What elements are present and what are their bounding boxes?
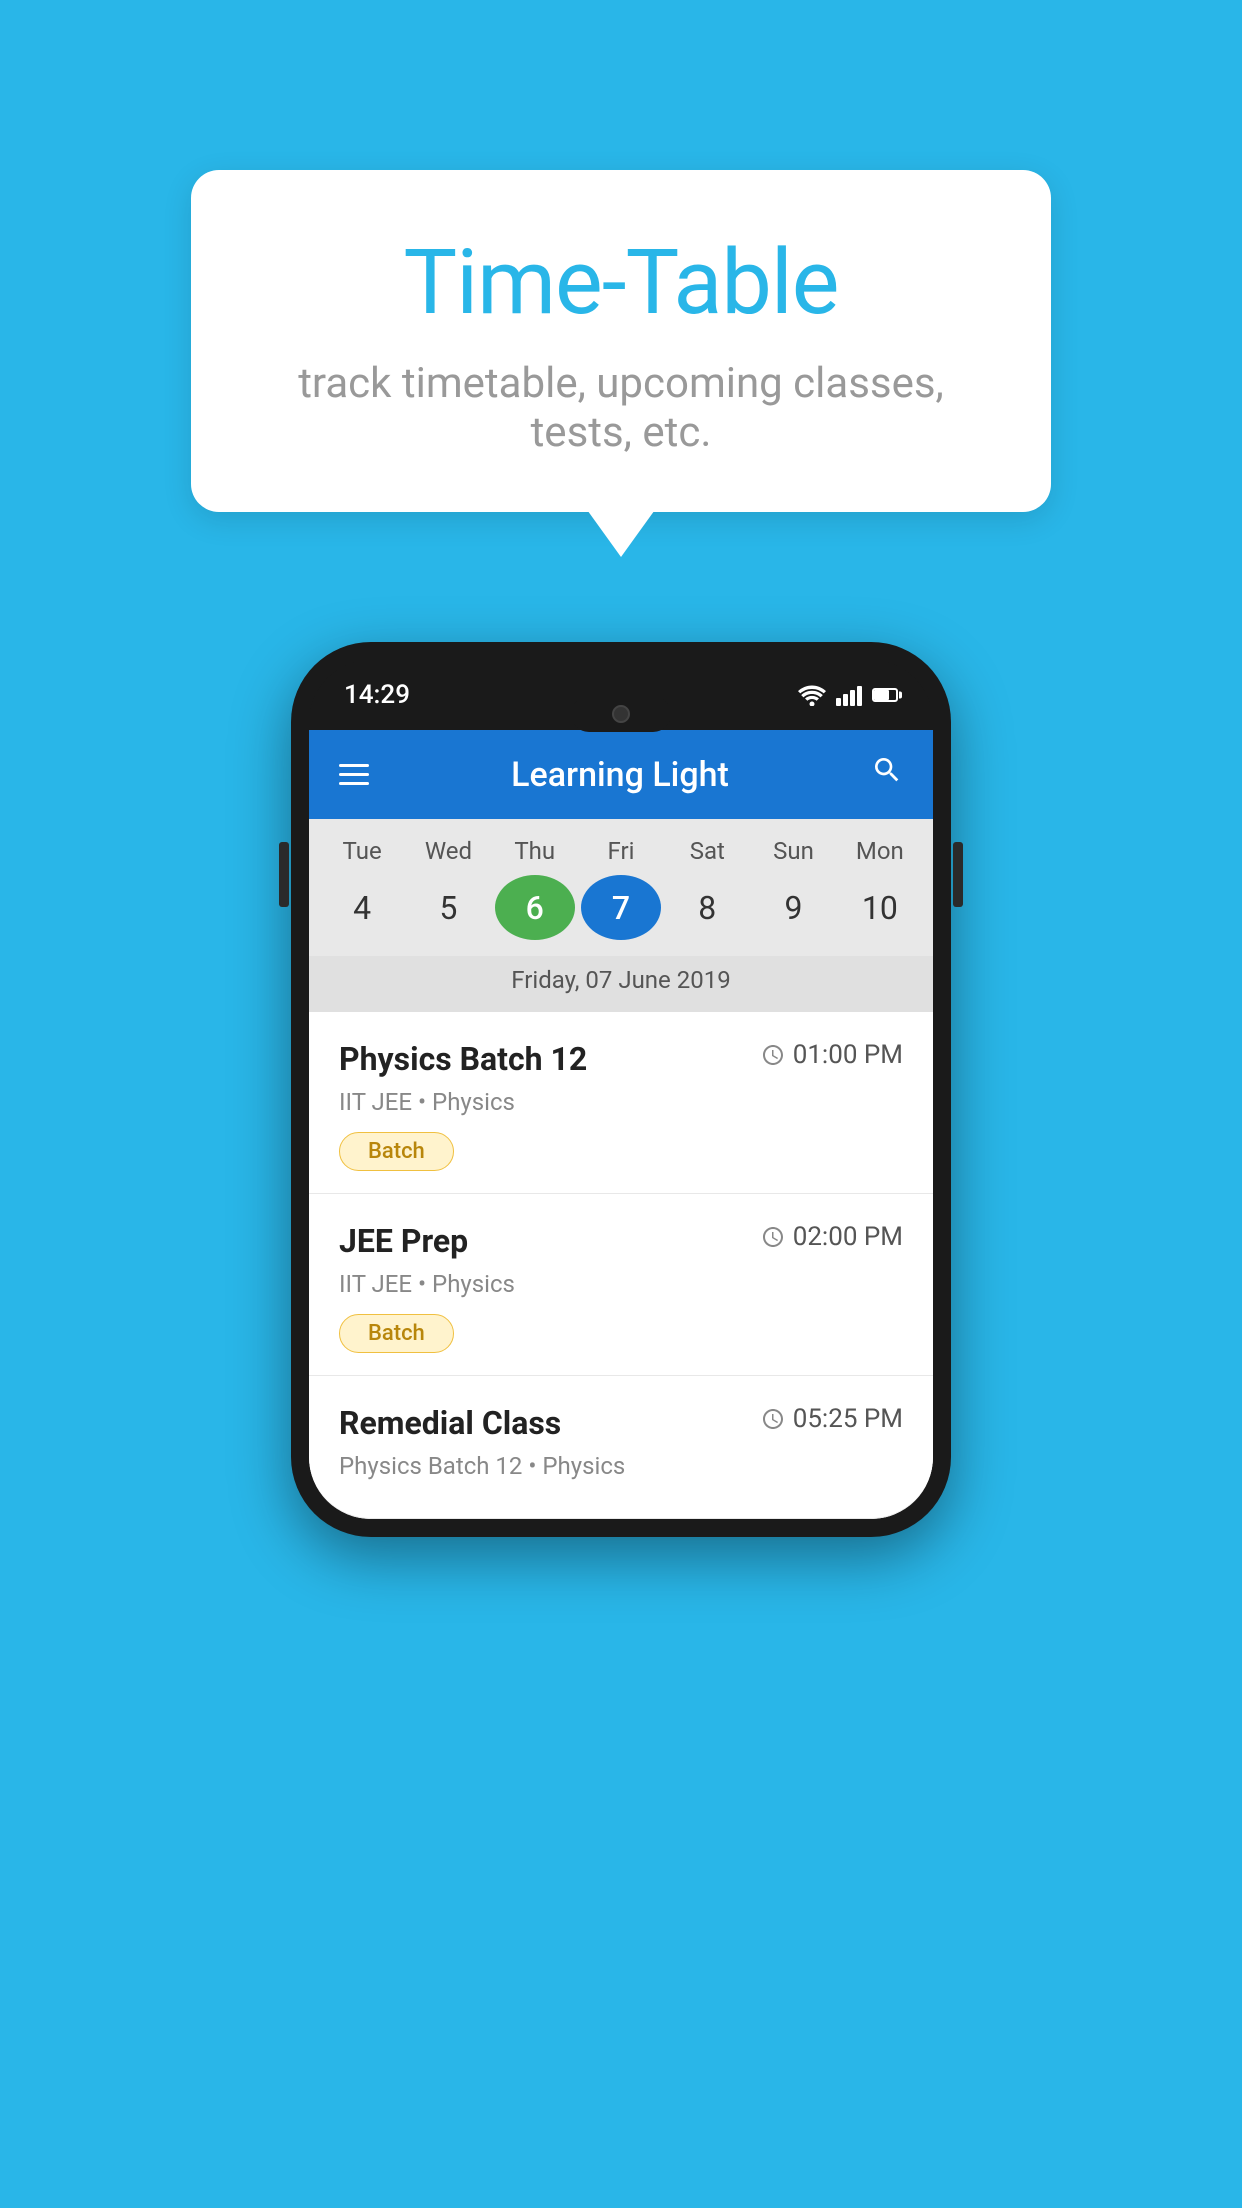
day-5[interactable]: 5 xyxy=(408,875,488,940)
schedule-meta-3: Physics Batch 12 • Physics xyxy=(339,1452,903,1480)
schedule-item-top-2: JEE Prep 02:00 PM xyxy=(339,1222,903,1260)
tooltip-subtitle: track timetable, upcoming classes, tests… xyxy=(261,359,981,457)
search-button[interactable] xyxy=(871,754,903,795)
schedule-item-1[interactable]: Physics Batch 12 01:00 PM IIT JEE • Phys… xyxy=(309,1012,933,1194)
app-header: Learning Light xyxy=(309,730,933,819)
tooltip-title: Time-Table xyxy=(261,230,981,335)
phone-screen: Learning Light Tue Wed Thu Fri Sat Sun M… xyxy=(309,730,933,1519)
day-10[interactable]: 10 xyxy=(840,875,920,940)
schedule-name-2: JEE Prep xyxy=(339,1222,468,1260)
schedule-time-1: 01:00 PM xyxy=(761,1040,903,1070)
clock-icon-2 xyxy=(761,1225,785,1249)
status-icons xyxy=(798,684,898,706)
status-time: 14:29 xyxy=(344,680,410,710)
front-camera xyxy=(612,705,630,723)
day-headers: Tue Wed Thu Fri Sat Sun Mon xyxy=(309,837,933,875)
wifi-icon xyxy=(798,684,826,706)
selected-date-label: Friday, 07 June 2019 xyxy=(309,956,933,1012)
status-bar: 14:29 xyxy=(309,660,933,730)
day-4[interactable]: 4 xyxy=(322,875,402,940)
schedule-meta-1: IIT JEE • Physics xyxy=(339,1088,903,1116)
tooltip-card: Time-Table track timetable, upcoming cla… xyxy=(191,170,1051,512)
schedule-item-3[interactable]: Remedial Class 05:25 PM Physics Batch 12… xyxy=(309,1376,933,1519)
day-header-tue: Tue xyxy=(322,837,402,865)
schedule-name-3: Remedial Class xyxy=(339,1404,561,1442)
schedule-time-2: 02:00 PM xyxy=(761,1222,903,1252)
power-button xyxy=(953,842,963,907)
day-header-sun: Sun xyxy=(754,837,834,865)
day-9[interactable]: 9 xyxy=(754,875,834,940)
day-6-today[interactable]: 6 xyxy=(495,875,575,940)
day-header-thu: Thu xyxy=(495,837,575,865)
day-header-mon: Mon xyxy=(840,837,920,865)
day-header-wed: Wed xyxy=(408,837,488,865)
volume-button xyxy=(279,842,289,907)
schedule-item-2[interactable]: JEE Prep 02:00 PM IIT JEE • Physics Batc… xyxy=(309,1194,933,1376)
day-numbers: 4 5 6 7 8 9 10 xyxy=(309,875,933,956)
menu-button[interactable] xyxy=(339,764,369,785)
day-header-sat: Sat xyxy=(667,837,747,865)
batch-tag-2: Batch xyxy=(339,1314,454,1353)
phone-notch xyxy=(571,696,671,732)
phone-mockup: 14:29 xyxy=(291,642,951,1537)
signal-icon xyxy=(836,684,862,706)
day-header-fri: Fri xyxy=(581,837,661,865)
schedule-item-top-1: Physics Batch 12 01:00 PM xyxy=(339,1040,903,1078)
schedule-time-3: 05:25 PM xyxy=(761,1404,903,1434)
schedule-meta-2: IIT JEE • Physics xyxy=(339,1270,903,1298)
app-title: Learning Light xyxy=(511,755,729,795)
batch-tag-1: Batch xyxy=(339,1132,454,1171)
day-7-selected[interactable]: 7 xyxy=(581,875,661,940)
schedule-name-1: Physics Batch 12 xyxy=(339,1040,587,1078)
schedule-list: Physics Batch 12 01:00 PM IIT JEE • Phys… xyxy=(309,1012,933,1519)
schedule-item-top-3: Remedial Class 05:25 PM xyxy=(339,1404,903,1442)
clock-icon-1 xyxy=(761,1043,785,1067)
battery-icon xyxy=(872,688,898,702)
clock-icon-3 xyxy=(761,1407,785,1431)
day-8[interactable]: 8 xyxy=(667,875,747,940)
calendar-strip: Tue Wed Thu Fri Sat Sun Mon 4 5 6 7 8 9 … xyxy=(309,819,933,1012)
